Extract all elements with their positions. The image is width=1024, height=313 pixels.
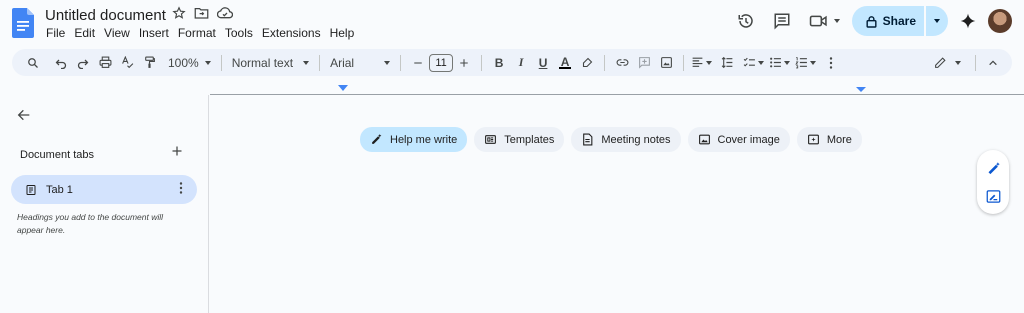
add-comment-icon[interactable] [633,49,655,76]
menu-insert[interactable]: Insert [139,26,173,40]
decrease-font-size-icon[interactable] [407,49,429,76]
version-history-icon[interactable] [737,12,755,30]
tab-label: Tab 1 [46,183,73,196]
collapse-menu-icon[interactable] [982,49,1004,76]
meet-video-icon[interactable] [809,13,840,29]
numbered-list-icon[interactable] [794,49,816,76]
bulleted-list-icon[interactable] [768,49,790,76]
editing-mode-icon[interactable] [934,49,961,76]
right-indent-marker[interactable] [856,87,866,92]
divider [319,54,321,71]
chevron-down-icon [934,19,940,23]
top-bar: Untitled document File Edit View Insert … [0,0,1024,46]
text-color-icon[interactable]: A [554,49,576,76]
menu-view[interactable]: View [104,26,134,40]
chevron-down-icon [303,60,310,65]
image-icon [698,134,710,145]
divider [481,54,483,71]
doc-icon [583,133,593,146]
outline-hint-text: Headings you add to the document will ap… [17,212,164,235]
line-spacing-icon[interactable] [716,49,738,76]
increase-font-size-icon[interactable] [453,49,475,76]
share-button-group: Share [851,6,948,36]
undo-icon[interactable] [50,49,72,76]
italic-icon[interactable]: I [510,49,532,76]
document-outline-sidebar: Document tabs Tab 1 Headings you add to … [0,95,209,313]
spellcheck-icon[interactable] [116,49,138,76]
menu-help[interactable]: Help [330,26,359,40]
suggest-edits-icon[interactable] [986,189,1001,204]
underline-icon[interactable]: U [532,49,554,76]
help-me-write-float-icon[interactable] [986,161,1001,176]
move-folder-icon[interactable] [194,6,209,20]
chip-label: Cover image [717,133,780,146]
comments-icon[interactable] [773,12,791,30]
align-left-icon[interactable] [690,49,712,76]
search-menus-icon[interactable] [22,49,44,76]
chip-label: More [826,133,852,146]
paint-format-icon[interactable] [138,49,160,76]
share-button[interactable]: Share [851,6,924,36]
chip-label: Templates [504,133,555,146]
divider [975,54,976,71]
help-me-write-chip[interactable]: Help me write [360,127,468,152]
back-arrow-icon[interactable] [16,107,32,123]
tab-doc-icon [26,184,36,195]
divider [604,54,606,71]
ruler [210,85,1024,95]
chip-label: Meeting notes [601,133,671,146]
divider [220,54,222,71]
paragraph-style-select[interactable]: Normal text [228,56,313,70]
menu-tools[interactable]: Tools [225,26,257,40]
insert-image-icon[interactable] [655,49,677,76]
bold-icon[interactable]: B [488,49,510,76]
more-vert-icon[interactable] [820,49,842,76]
more-chip[interactable]: More [796,127,862,152]
left-indent-marker[interactable] [338,85,348,91]
templates-chip[interactable]: Templates [474,127,565,152]
add-tab-icon[interactable] [171,145,183,157]
cloud-saved-icon[interactable] [217,6,233,20]
zoom-select[interactable]: 100% [164,56,215,70]
menu-edit[interactable]: Edit [74,26,99,40]
tab-options-icon[interactable] [179,182,183,197]
paragraph-style-value: Normal text [231,55,294,70]
menu-format[interactable]: Format [178,26,220,40]
avatar[interactable] [988,9,1012,33]
redo-icon[interactable] [72,49,94,76]
sidebar-item-tab-1[interactable]: Tab 1 [11,175,197,204]
meeting-notes-chip[interactable]: Meeting notes [571,127,681,152]
more-icon [807,134,819,145]
menu-file[interactable]: File [46,26,69,40]
share-dropdown-button[interactable] [926,6,948,36]
menu-extensions[interactable]: Extensions [262,26,325,40]
lock-icon [866,15,877,28]
share-label: Share [882,14,916,28]
zoom-value: 100% [168,55,199,70]
divider [400,54,402,71]
cover-image-chip[interactable]: Cover image [687,127,790,152]
document-tabs-heading: Document tabs [20,149,94,161]
templates-icon [485,135,497,144]
font-family-value: Arial [330,55,355,70]
document-title[interactable]: Untitled document [45,7,166,24]
star-icon[interactable] [172,6,186,20]
font-size-input[interactable]: 11 [429,53,454,72]
toolbar: 100% Normal text Arial 11 B I U A [12,49,1012,76]
docs-logo-icon[interactable] [12,8,34,38]
insert-link-icon[interactable] [611,49,633,76]
gemini-sparkle-icon[interactable] [960,13,976,29]
smart-chips-bar: Help me write Templates Meeting notes Co… [360,127,862,152]
chevron-down-icon [204,60,211,65]
print-icon[interactable] [94,49,116,76]
menu-bar: File Edit View Insert Format Tools Exten… [46,26,363,40]
font-family-select[interactable]: Arial [326,56,394,70]
divider [683,54,685,71]
pen-sparkle-icon [372,134,382,144]
floating-side-panel [977,150,1009,214]
chevron-down-icon [384,60,391,65]
checklist-icon[interactable] [742,49,764,76]
highlight-color-icon[interactable] [576,49,598,76]
chip-label: Help me write [390,133,458,146]
